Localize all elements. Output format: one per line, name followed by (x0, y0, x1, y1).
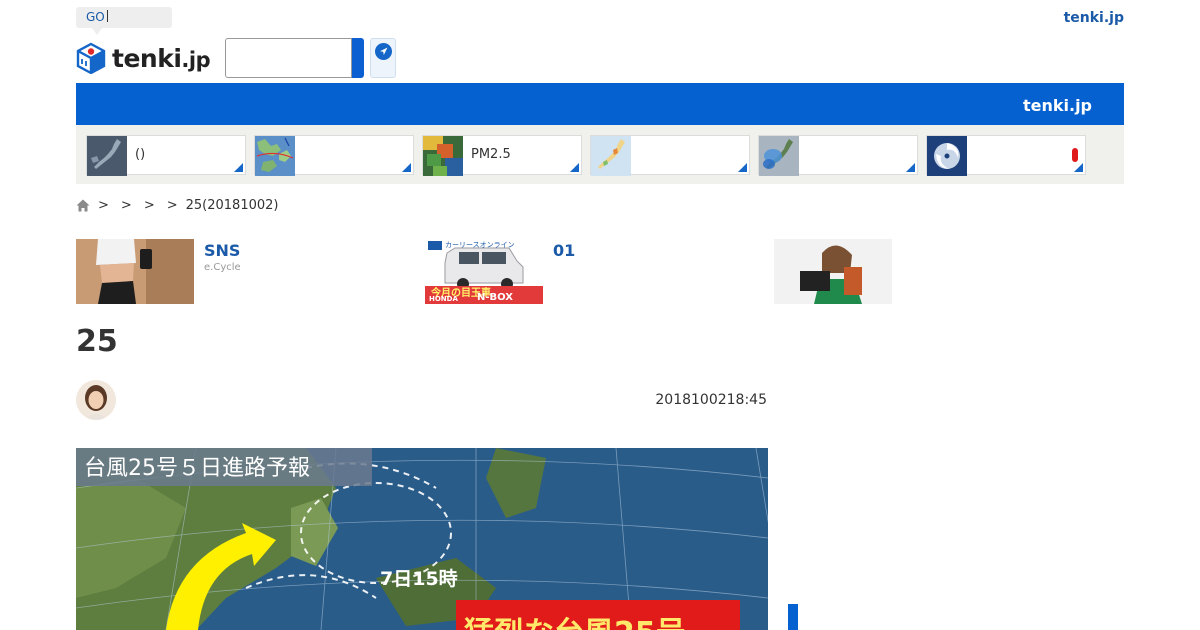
article-timestamp: 2018100218:45 (655, 392, 767, 408)
ad-thumbnail-book (774, 239, 892, 304)
map-label: () (135, 147, 146, 162)
ad-banner-model: N-BOX (477, 292, 513, 303)
breadcrumb-separator: > (98, 197, 109, 213)
map-card-forecast[interactable] (590, 135, 750, 176)
corner-arrow-icon (402, 163, 411, 172)
site-logo[interactable]: tenki.jp (76, 42, 211, 74)
typhoon-alert-badge (1072, 148, 1078, 162)
ad-banner-brand: HONDA (429, 295, 458, 303)
article-title: 25 (76, 324, 118, 359)
band-title[interactable]: tenki.jp (1023, 96, 1092, 115)
breadcrumb-separator: > (143, 197, 155, 213)
corner-arrow-icon (570, 163, 579, 172)
ad-title[interactable]: SNS (204, 241, 240, 260)
typhoon-satellite-icon (927, 136, 967, 176)
logo-text-main: tenki (112, 43, 182, 73)
sidebar-accent-bar (788, 604, 798, 630)
image-caption: 台風25号５日進路予報 (84, 456, 310, 481)
image-time-label: 7日15時 (380, 568, 458, 590)
ad-sponsor: e.Cycle (204, 262, 241, 273)
pm25-map-icon (423, 136, 463, 176)
location-arrow-icon (375, 43, 392, 60)
radar-map-icon (759, 136, 799, 176)
japan-forecast-map-icon (591, 136, 631, 176)
search-input[interactable] (225, 38, 352, 78)
weather-chart-icon (255, 136, 295, 176)
ad-banner-top: カーリースオンライン (445, 241, 515, 249)
logo-text: tenki.jp (112, 43, 211, 73)
ad-thumbnail-car: カーリースオンライン 今月の目玉車 HONDA N-BOX (425, 239, 543, 304)
image-headline: 猛烈な台風25号 (464, 608, 686, 630)
corner-arrow-icon (906, 163, 915, 172)
current-location-button[interactable] (370, 38, 396, 78)
go-label: GO (86, 10, 105, 24)
ad-title[interactable]: 01 (553, 241, 575, 260)
corner-arrow-icon (234, 163, 243, 172)
japan-map-icon (87, 136, 127, 176)
logo-text-suffix: .jp (181, 47, 211, 72)
breadcrumb-separator: > (166, 197, 178, 213)
breadcrumb: > > > > 25(20181002) (76, 197, 278, 213)
search-button[interactable] (352, 38, 364, 78)
global-nav-band: tenki.jp (76, 83, 1124, 125)
map-card-japan[interactable]: () (86, 135, 246, 176)
map-card-weather-chart[interactable] (254, 135, 414, 176)
typhoon-forecast-image: 台風25号５日進路予報 7日15時 猛烈な台風25号 (76, 448, 768, 630)
tenki-cube-icon (76, 42, 106, 74)
map-label: PM2.5 (471, 147, 511, 162)
home-icon[interactable] (76, 199, 90, 212)
corner-arrow-icon (738, 163, 747, 172)
breadcrumb-separator: > (120, 197, 132, 213)
corner-arrow-icon (1074, 163, 1083, 172)
author-avatar[interactable] (76, 380, 116, 420)
header-site-link[interactable]: tenki.jp (1064, 10, 1124, 26)
text-caret (106, 10, 108, 22)
ad-thumbnail-fitness (76, 239, 194, 304)
map-card-pm25[interactable]: PM2.5 (422, 135, 582, 176)
map-card-radar[interactable] (758, 135, 918, 176)
map-card-typhoon[interactable] (926, 135, 1086, 176)
map-shortcut-strip: () PM2.5 (76, 125, 1124, 184)
breadcrumb-current: 25(20181002) (185, 197, 279, 213)
go-badge[interactable]: GO (76, 7, 172, 35)
